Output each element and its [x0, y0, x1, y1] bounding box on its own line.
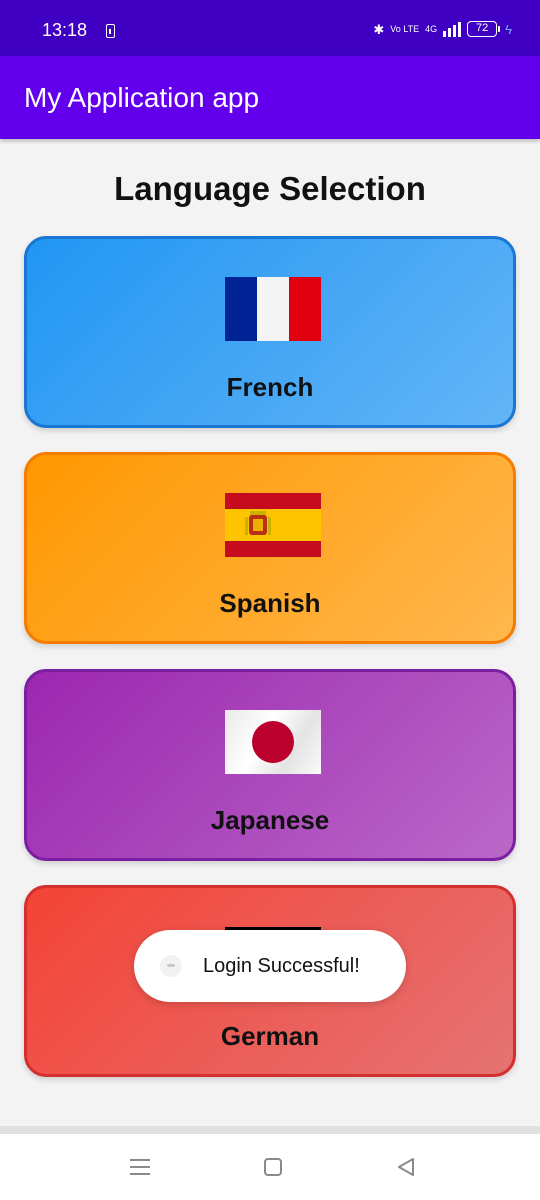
language-label-french: French: [226, 372, 314, 402]
page-title: Language Selection: [114, 170, 426, 207]
spain-flag-icon: [225, 493, 321, 557]
language-label-german: German: [220, 1021, 320, 1051]
app-bar: My Application app: [0, 56, 540, 139]
battery-saver-icon: [106, 24, 115, 38]
back-icon[interactable]: [396, 1157, 416, 1177]
app-icon: [160, 955, 182, 977]
status-bar: 13:18 ✱ Vo LTE 4G 72 ϟ: [0, 0, 540, 56]
spain-coat-of-arms-icon: [245, 511, 271, 535]
language-card-japanese[interactable]: Japanese: [24, 669, 516, 861]
status-icons: ✱ Vo LTE 4G 72 ϟ: [373, 18, 512, 40]
language-card-french[interactable]: French: [24, 236, 516, 428]
language-label-japanese: Japanese: [210, 805, 330, 835]
language-label-spanish: Spanish: [219, 588, 321, 618]
battery-icon: 72: [467, 21, 501, 37]
bluetooth-icon: ✱: [373, 21, 385, 37]
charging-icon: ϟ: [505, 21, 512, 37]
rising-sun-disc: [252, 721, 294, 763]
menu-icon[interactable]: [130, 1159, 150, 1175]
app-title: My Application app: [24, 82, 260, 113]
system-nav-bar: [0, 1134, 540, 1200]
bottom-divider: [0, 1126, 540, 1134]
language-card-spanish[interactable]: Spanish: [24, 452, 516, 644]
japan-flag-icon: [225, 710, 321, 774]
toast-text: Login Successful!: [203, 955, 360, 977]
france-flag-icon: [225, 277, 321, 341]
toast-message: Login Successful!: [134, 930, 406, 1002]
network-type-label: 4G: [425, 23, 438, 34]
signal-icon: [443, 21, 462, 37]
home-icon[interactable]: [264, 1158, 282, 1176]
volte-label: Vo LTE: [390, 23, 420, 34]
status-time: 13:18: [42, 20, 88, 40]
